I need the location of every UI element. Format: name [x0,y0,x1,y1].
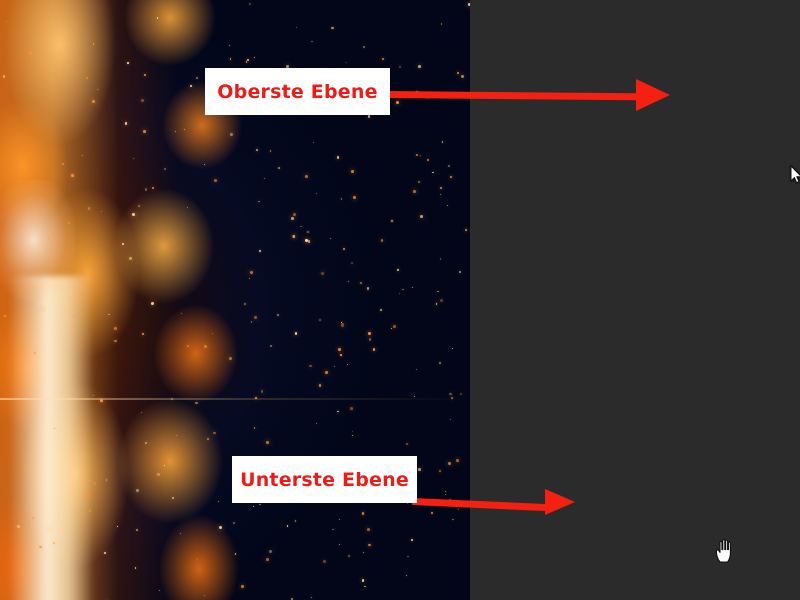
callout-top-layer: Oberste Ebene [205,68,390,115]
mouse-pointer-scrollbar [790,165,800,184]
callout-bottom-layer: Unterste Ebene [232,456,417,503]
photoshop-window: Oberste Ebene Unterste Ebene Afx Normal … [0,0,800,600]
arrow-head [545,489,575,515]
hand-cursor [714,538,736,569]
right-dock: Afx Normal ▲▼ Deckkraft: 85% Fixieren: [470,0,800,600]
callout-bottom-label: Unterste Ebene [240,468,409,491]
arrow-head [636,79,670,111]
callout-top-label: Oberste Ebene [217,80,378,103]
